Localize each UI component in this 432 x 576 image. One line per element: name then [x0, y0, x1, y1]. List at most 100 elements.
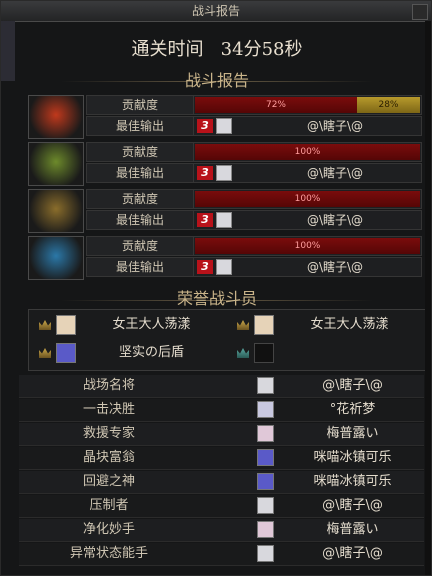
honor-member[interactable]: 女王大人荡漾 — [227, 312, 423, 338]
best-output-name: @\瞎子\@ — [306, 260, 364, 274]
honor-member[interactable]: 坚实の后盾 — [29, 340, 225, 366]
best-output-label: 最佳输出 — [87, 258, 194, 276]
best-output-cell[interactable]: 3 @\瞎子\@ — [195, 117, 421, 135]
avatar — [254, 343, 274, 363]
award-name: 梅普露い — [326, 522, 379, 537]
clear-time-label: 通关时间 — [131, 39, 204, 60]
award-title: 战场名将 — [82, 378, 135, 393]
best-output-name: @\瞎子\@ — [306, 213, 364, 227]
contribution-bar: 100% — [195, 144, 420, 160]
honor-box: 女王大人荡漾 女王大人荡漾 坚实の后盾 — [28, 309, 426, 371]
award-title: 净化妙手 — [82, 522, 135, 537]
player-block: 贡献度 72% 28% 最佳输出 3 @\瞎子\@ — [28, 95, 424, 139]
avatar — [257, 545, 274, 562]
avatar — [56, 343, 76, 363]
award-row[interactable]: 回避之神 咪喵冰镇可乐 — [19, 471, 424, 494]
best-output-row: 最佳输出 3 @\瞎子\@ — [86, 163, 422, 183]
battle-report-window: 战斗报告 通关时间 34分58秒 战斗报告 贡献度 72% 28% 最佳输出 3 @\瞎子… — [0, 0, 432, 576]
award-title: 救援专家 — [82, 426, 135, 441]
best-output-row: 最佳输出 3 @\瞎子\@ — [86, 116, 422, 136]
contribution-label: 贡献度 — [87, 190, 194, 208]
avatar — [257, 449, 274, 466]
best-output-cell[interactable]: 3 @\瞎子\@ — [195, 164, 421, 182]
award-name: 咪喵冰镇可乐 — [313, 450, 392, 465]
class-portrait-icon[interactable] — [28, 189, 84, 233]
crown-icon — [39, 320, 51, 330]
crown-icon — [237, 320, 249, 330]
honor-member-name: 坚实の后盾 — [118, 345, 184, 360]
rank-3-badge: 3 — [197, 166, 213, 180]
class-portrait-icon[interactable] — [28, 95, 84, 139]
award-name: 咪喵冰镇可乐 — [313, 474, 392, 489]
honor-heading: 荣誉战斗员 — [176, 289, 257, 308]
best-output-row: 最佳输出 3 @\瞎子\@ — [86, 257, 422, 277]
best-output-cell[interactable]: 3 @\瞎子\@ — [195, 211, 421, 229]
award-title: 回避之神 — [82, 474, 135, 489]
avatar — [216, 118, 232, 134]
contribution-label: 贡献度 — [87, 96, 194, 114]
crown-icon — [237, 348, 249, 358]
scrollbar[interactable] — [425, 21, 431, 575]
contribution-row: 贡献度 100% — [86, 142, 422, 162]
award-row[interactable]: 异常状态能手 @\瞎子\@ — [19, 543, 424, 566]
rank-3-badge: 3 — [197, 213, 213, 227]
class-portrait-icon[interactable] — [28, 142, 84, 186]
contribution-label: 贡献度 — [87, 143, 194, 161]
contribution-bar: 72% — [195, 97, 357, 113]
contribution-row: 贡献度 100% — [86, 189, 422, 209]
best-output-label: 最佳输出 — [87, 211, 194, 229]
contribution-label: 贡献度 — [87, 237, 194, 255]
close-icon[interactable] — [412, 4, 428, 20]
avatar — [257, 497, 274, 514]
avatar — [257, 425, 274, 442]
best-output-label: 最佳输出 — [87, 164, 194, 182]
player-block: 贡献度 100% 最佳输出 3 @\瞎子\@ — [28, 142, 424, 186]
avatar — [254, 315, 274, 335]
award-name: @\瞎子\@ — [322, 498, 383, 513]
avatar — [257, 521, 274, 538]
rank-3-badge: 3 — [197, 260, 213, 274]
award-name: @\瞎子\@ — [322, 546, 383, 561]
award-title: 异常状态能手 — [69, 546, 148, 561]
honor-member-name: 女王大人荡漾 — [310, 317, 389, 332]
battle-report-heading: 战斗报告 — [184, 71, 249, 90]
player-block: 贡献度 100% 最佳输出 3 @\瞎子\@ — [28, 189, 424, 233]
avatar — [257, 377, 274, 394]
contribution-bar-secondary: 28% — [357, 97, 420, 113]
award-row[interactable]: 压制者 @\瞎子\@ — [19, 495, 424, 518]
award-row[interactable]: 救援专家 梅普露い — [19, 423, 424, 446]
honor-member[interactable]: 女王大人荡漾 — [29, 312, 225, 338]
honor-member-name: 女王大人荡漾 — [112, 317, 191, 332]
avatar — [56, 315, 76, 335]
contribution-row: 贡献度 100% — [86, 236, 422, 256]
best-output-row: 最佳输出 3 @\瞎子\@ — [86, 210, 422, 230]
rank-3-badge: 3 — [197, 119, 213, 133]
honor-member-name — [282, 340, 417, 366]
avatar — [257, 473, 274, 490]
best-output-name: @\瞎子\@ — [306, 166, 364, 180]
player-block: 贡献度 100% 最佳输出 3 @\瞎子\@ — [28, 236, 424, 280]
honor-member[interactable] — [227, 340, 423, 366]
window-titlebar[interactable]: 战斗报告 — [1, 1, 431, 22]
award-name: °花祈梦 — [329, 402, 376, 417]
class-portrait-icon[interactable] — [28, 236, 84, 280]
window-title: 战斗报告 — [191, 4, 240, 18]
best-output-name: @\瞎子\@ — [306, 119, 364, 133]
contribution-bar: 100% — [195, 238, 420, 254]
award-row[interactable]: 战场名将 @\瞎子\@ — [19, 375, 424, 398]
best-output-label: 最佳输出 — [87, 117, 194, 135]
contribution-row: 贡献度 72% 28% — [86, 95, 422, 115]
avatar — [216, 212, 232, 228]
award-title: 晶块富翁 — [82, 450, 135, 465]
clear-time: 通关时间 34分58秒 — [1, 35, 432, 61]
avatar — [216, 165, 232, 181]
avatar — [257, 401, 274, 418]
award-title: 一击决胜 — [82, 402, 135, 417]
award-name: @\瞎子\@ — [322, 378, 383, 393]
award-name: 梅普露い — [326, 426, 379, 441]
award-row[interactable]: 一击决胜 °花祈梦 — [19, 399, 424, 422]
award-row[interactable]: 净化妙手 梅普露い — [19, 519, 424, 542]
best-output-cell[interactable]: 3 @\瞎子\@ — [195, 258, 421, 276]
award-row[interactable]: 晶块富翁 咪喵冰镇可乐 — [19, 447, 424, 470]
crown-icon — [39, 348, 51, 358]
